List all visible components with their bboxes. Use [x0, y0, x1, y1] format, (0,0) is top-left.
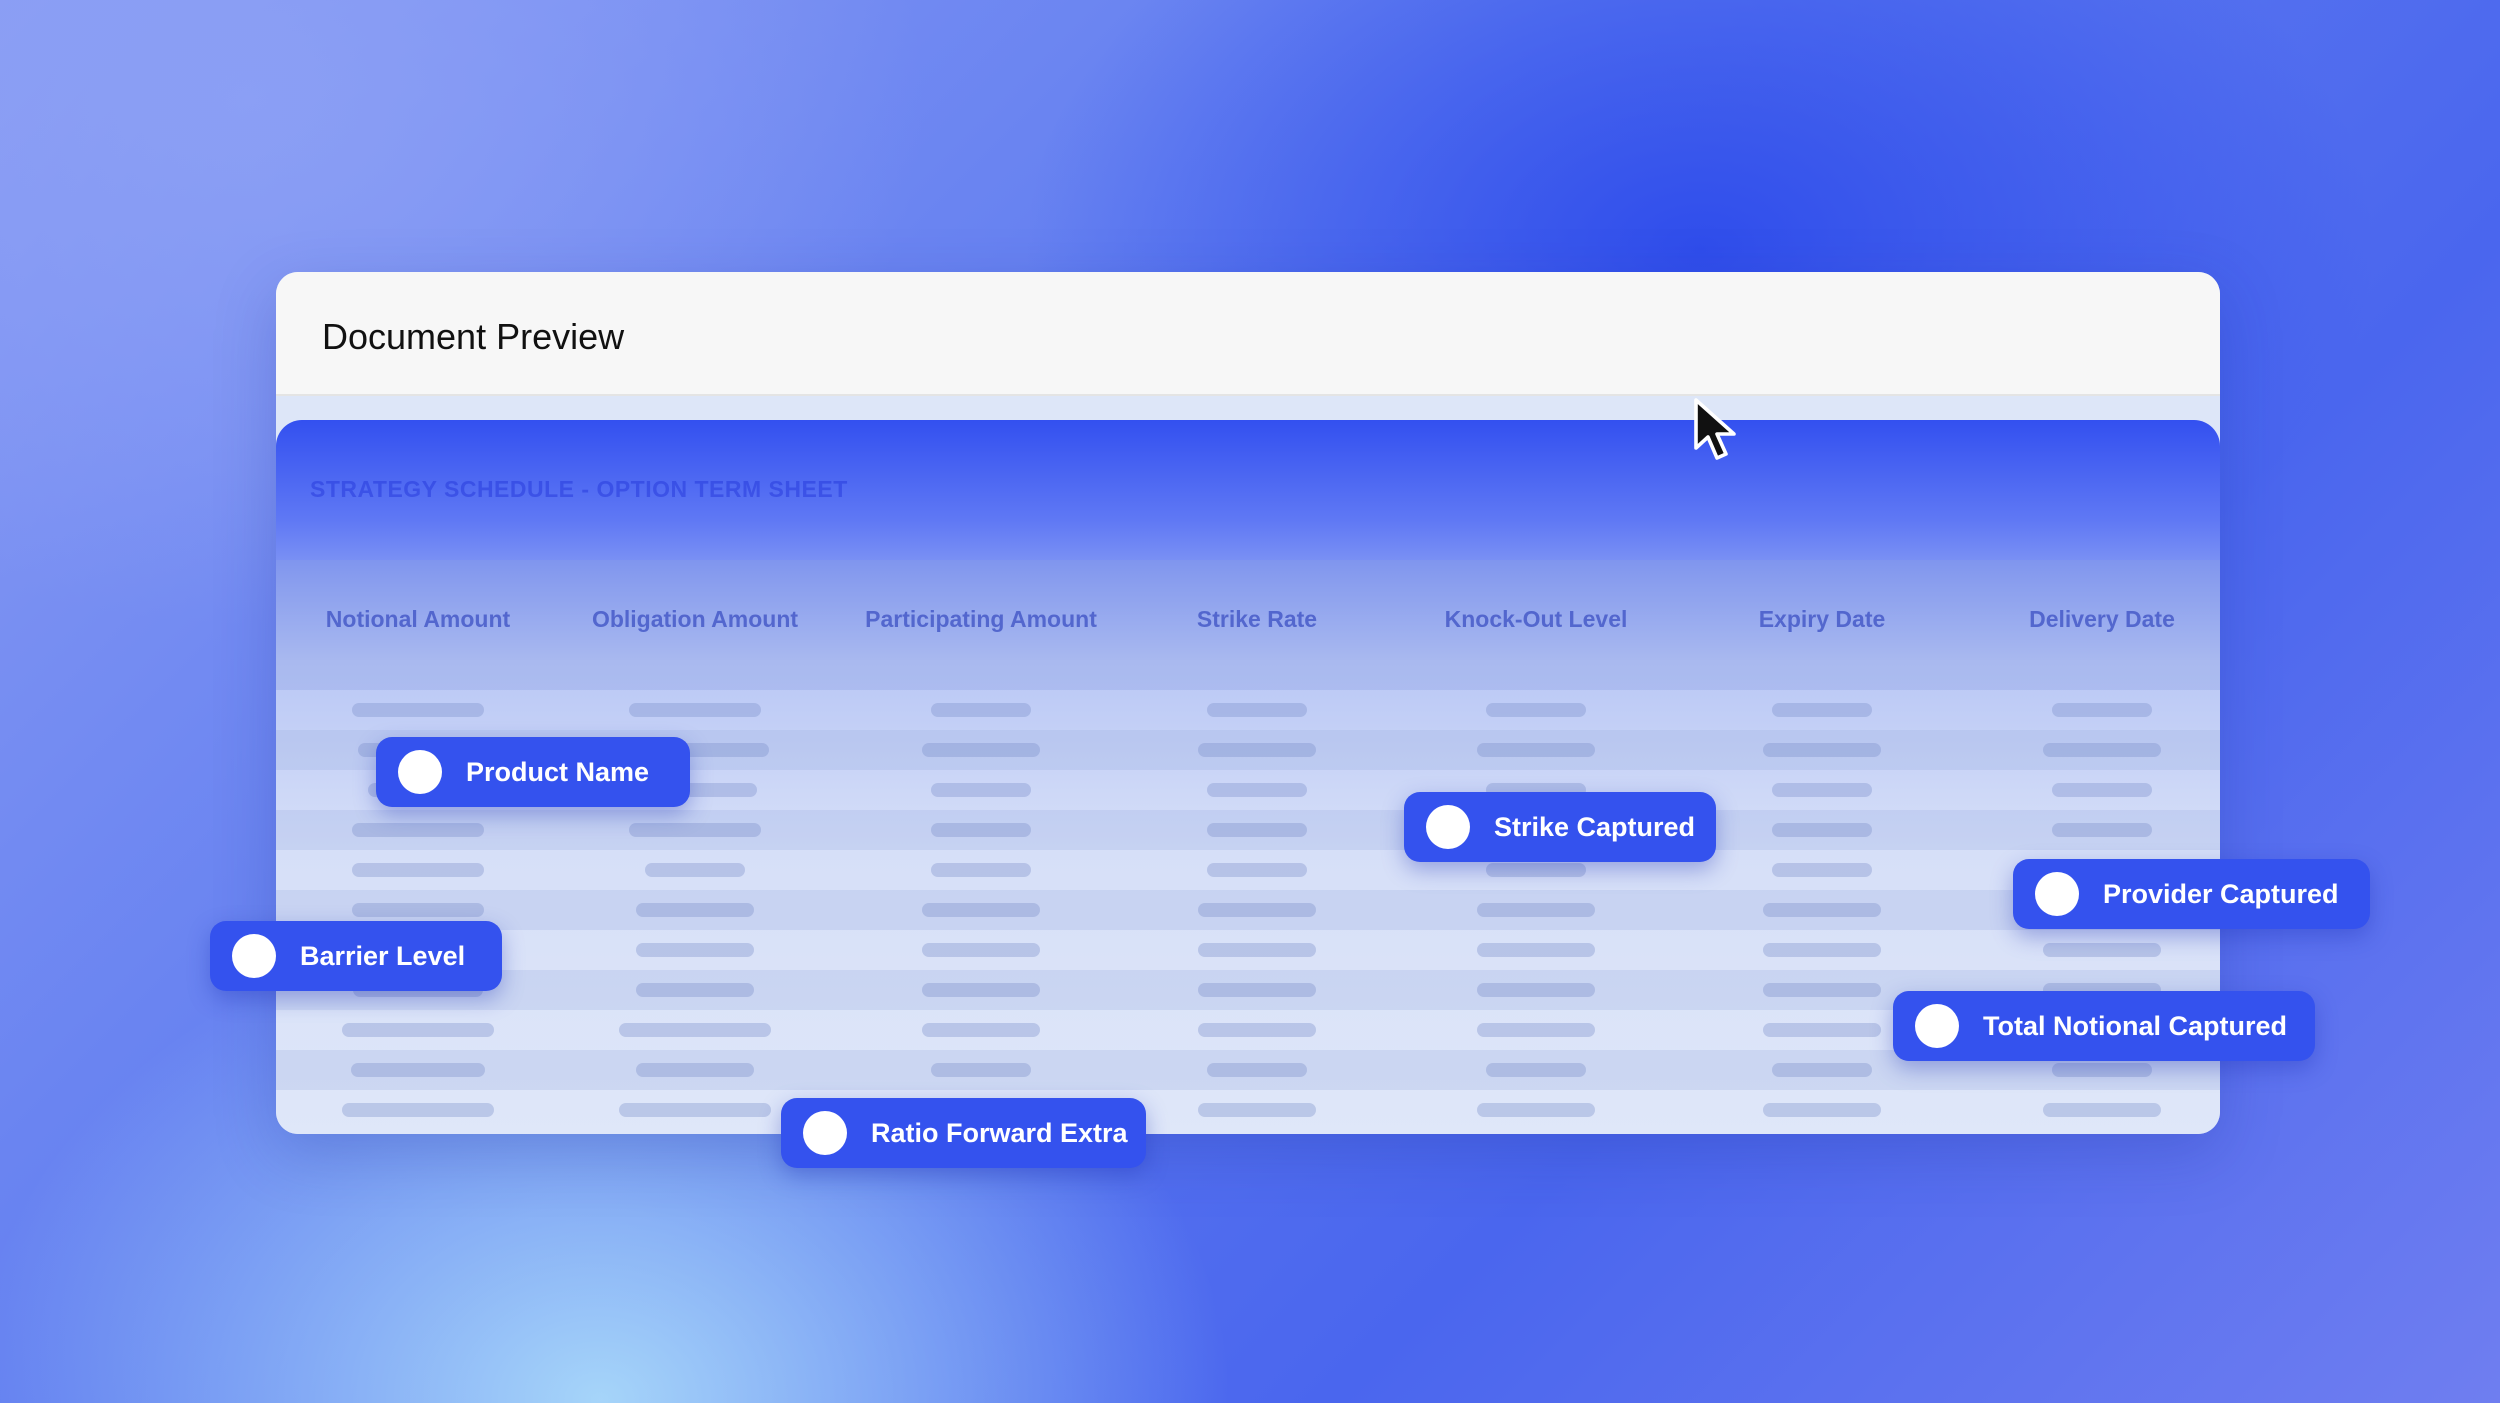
redacted-cell-placeholder	[1763, 743, 1881, 757]
redacted-cell-placeholder	[1772, 703, 1872, 717]
table-row	[276, 810, 2220, 850]
tag-label: Barrier Level	[300, 940, 466, 971]
redacted-cell-placeholder	[922, 943, 1040, 957]
redacted-cell-placeholder	[1763, 1103, 1881, 1117]
redacted-cell-placeholder	[1477, 903, 1595, 917]
table-row	[276, 890, 2220, 930]
table-row	[276, 690, 2220, 730]
circle-marker-icon	[232, 934, 276, 978]
tag-label: Strike Captured	[1494, 811, 1696, 842]
redacted-cell-placeholder	[931, 783, 1031, 797]
redacted-cell-placeholder	[1486, 703, 1586, 717]
redacted-cell-placeholder	[922, 1023, 1040, 1037]
redacted-cell-placeholder	[1772, 783, 1872, 797]
table-row	[276, 930, 2220, 970]
redacted-cell-placeholder	[2043, 743, 2161, 757]
redacted-cell-placeholder	[619, 1023, 771, 1037]
circle-marker-icon	[398, 750, 442, 794]
column-header-expiry-date: Expiry Date	[1758, 606, 1886, 632]
redacted-cell-placeholder	[1198, 1023, 1316, 1037]
redacted-cell-placeholder	[931, 863, 1031, 877]
circle-marker-icon	[1426, 805, 1470, 849]
redacted-cell-placeholder	[1763, 983, 1881, 997]
redacted-cell-placeholder	[636, 1063, 754, 1077]
redacted-cell-placeholder	[931, 823, 1031, 837]
redacted-cell-placeholder	[352, 903, 484, 917]
redacted-cell-placeholder	[922, 983, 1040, 997]
column-header-participating-amount: Participating Amount	[865, 606, 1097, 632]
redacted-cell-placeholder	[352, 703, 484, 717]
tag-label: Product Name	[466, 756, 650, 787]
redacted-cell-placeholder	[2043, 1103, 2161, 1117]
redacted-cell-placeholder	[636, 983, 754, 997]
column-header-strike-rate: Strike Rate	[1196, 606, 1318, 632]
redacted-cell-placeholder	[352, 823, 484, 837]
redacted-cell-placeholder	[1198, 903, 1316, 917]
redacted-cell-placeholder	[1198, 743, 1316, 757]
tag-label: Provider Captured	[2103, 878, 2339, 909]
column-header-delivery-date: Delivery Date	[2029, 606, 2175, 632]
redacted-cell-placeholder	[629, 703, 761, 717]
redacted-cell-placeholder	[922, 903, 1040, 917]
tag-strike-captured[interactable]: Strike Captured	[1404, 792, 1716, 862]
redacted-cell-placeholder	[645, 863, 745, 877]
redacted-cell-placeholder	[1207, 823, 1307, 837]
redacted-cell-placeholder	[931, 1063, 1031, 1077]
tag-ratio-forward-extra[interactable]: Ratio Forward Extra	[781, 1098, 1146, 1168]
circle-marker-icon	[1915, 1004, 1959, 1048]
tag-barrier-level[interactable]: Barrier Level	[210, 921, 502, 991]
redacted-cell-placeholder	[1763, 943, 1881, 957]
redacted-cell-placeholder	[1198, 983, 1316, 997]
redacted-cell-placeholder	[1477, 1023, 1595, 1037]
redacted-cell-placeholder	[342, 1023, 494, 1037]
redacted-cell-placeholder	[1477, 943, 1595, 957]
redacted-cell-placeholder	[1763, 903, 1881, 917]
redacted-cell-placeholder	[2052, 1063, 2152, 1077]
redacted-cell-placeholder	[1772, 863, 1872, 877]
window-title: Document Preview	[322, 316, 625, 357]
redacted-cell-placeholder	[1486, 863, 1586, 877]
circle-marker-icon	[803, 1111, 847, 1155]
redacted-cell-placeholder	[351, 1063, 485, 1077]
redacted-cell-placeholder	[1207, 783, 1307, 797]
redacted-cell-placeholder	[1772, 823, 1872, 837]
column-header-obligation-amount: Obligation Amount	[591, 606, 799, 632]
redacted-cell-placeholder	[342, 1103, 494, 1117]
mouse-pointer-icon	[1694, 398, 1736, 460]
redacted-cell-placeholder	[1207, 1063, 1307, 1077]
redacted-cell-placeholder	[636, 943, 754, 957]
circle-marker-icon	[2035, 872, 2079, 916]
tag-label: Ratio Forward Extra	[871, 1117, 1128, 1148]
redacted-cell-placeholder	[1763, 1023, 1881, 1037]
redacted-cell-placeholder	[1477, 743, 1595, 757]
window-header: Document Preview	[276, 272, 2220, 396]
redacted-cell-placeholder	[1486, 1063, 1586, 1077]
redacted-cell-placeholder	[1477, 983, 1595, 997]
redacted-cell-placeholder	[1198, 943, 1316, 957]
redacted-cell-placeholder	[1198, 1103, 1316, 1117]
redacted-cell-placeholder	[629, 823, 761, 837]
redacted-cell-placeholder	[352, 863, 484, 877]
redacted-cell-placeholder	[1477, 1103, 1595, 1117]
column-header-notional-amount: Notional Amount	[325, 606, 511, 632]
redacted-cell-placeholder	[2043, 943, 2161, 957]
document-title: STRATEGY SCHEDULE - OPTION TERM SHEET	[310, 476, 848, 502]
column-header-knock-out-level: Knock-Out Level	[1444, 606, 1628, 632]
table-row	[276, 850, 2220, 890]
redacted-cell-placeholder	[1772, 1063, 1872, 1077]
redacted-cell-placeholder	[636, 903, 754, 917]
tag-provider-captured[interactable]: Provider Captured	[2013, 859, 2370, 929]
redacted-cell-placeholder	[2052, 703, 2152, 717]
tag-product-name[interactable]: Product Name	[376, 737, 690, 807]
redacted-cell-placeholder	[922, 743, 1040, 757]
redacted-cell-placeholder	[1207, 703, 1307, 717]
redacted-cell-placeholder	[2052, 783, 2152, 797]
redacted-cell-placeholder	[1207, 863, 1307, 877]
redacted-cell-placeholder	[619, 1103, 771, 1117]
tag-label: Total Notional Captured	[1983, 1010, 2287, 1041]
table-row	[276, 1090, 2220, 1130]
tag-total-notional-captured[interactable]: Total Notional Captured	[1893, 991, 2315, 1061]
redacted-cell-placeholder	[931, 703, 1031, 717]
redacted-cell-placeholder	[2052, 823, 2152, 837]
